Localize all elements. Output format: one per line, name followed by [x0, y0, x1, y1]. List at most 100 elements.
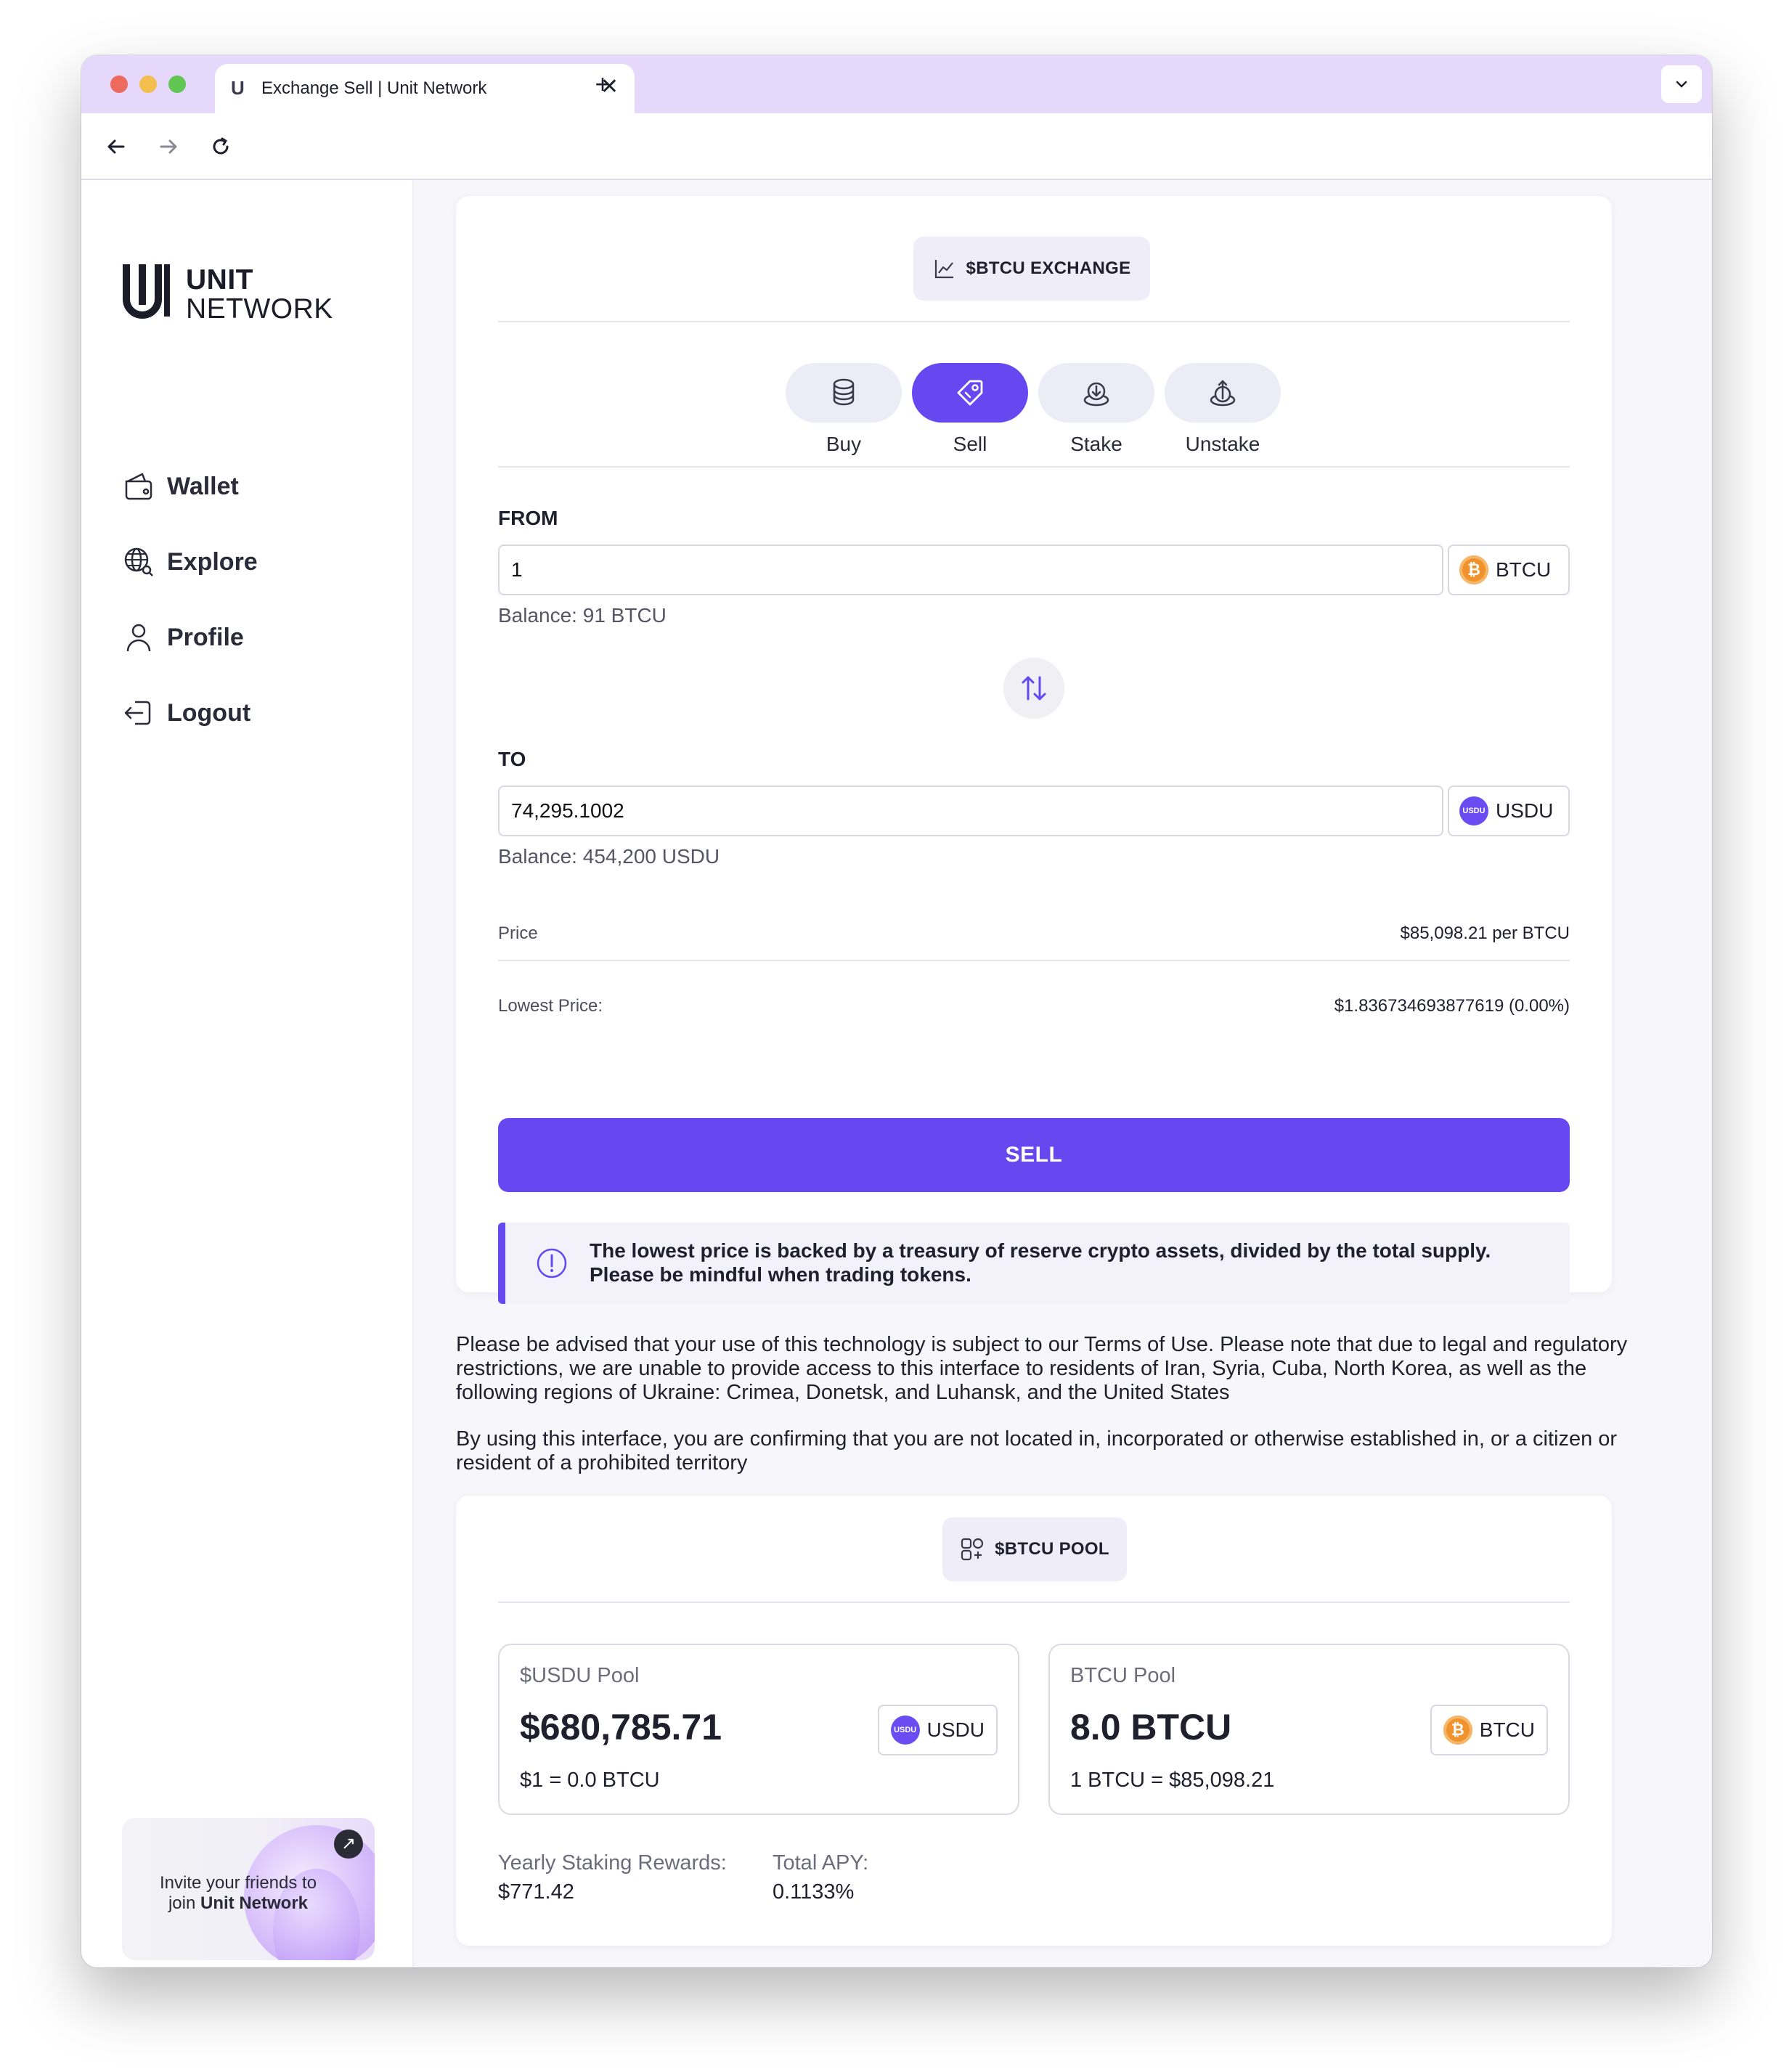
sell-button[interactable]: SELL	[498, 1118, 1570, 1192]
globe-search-icon	[124, 547, 153, 576]
logout-icon	[124, 701, 151, 725]
invite-text: Invite your friends to join Unit Network	[144, 1873, 333, 1914]
to-label: TO	[498, 748, 526, 770]
sidebar-item-wallet[interactable]: Wallet	[122, 465, 239, 508]
total-apy-label: Total APY:	[773, 1851, 869, 1875]
price-label: Price	[498, 923, 538, 943]
unit-network-logo[interactable]: UNIT NETWORK	[122, 261, 340, 324]
yearly-rewards-value: $771.42	[498, 1880, 574, 1904]
usdu-pool-amount: $680,785.71	[520, 1707, 722, 1747]
divider	[498, 1602, 1570, 1603]
maximize-window-button[interactable]	[168, 76, 186, 93]
from-token-select[interactable]: ₿ BTCU	[1448, 544, 1570, 595]
invite-brand: Unit Network	[200, 1893, 309, 1913]
legal-confirmation: By using this interface, you are confirm…	[456, 1427, 1618, 1475]
from-token-label: BTCU	[1496, 558, 1552, 581]
btcu-pool-rate: 1 BTCU = $85,098.21	[1070, 1769, 1275, 1792]
price-value: $85,098.21 per BTCU	[1400, 923, 1570, 943]
swap-direction-button[interactable]	[1003, 658, 1064, 719]
sidebar-item-profile[interactable]: Profile	[122, 616, 244, 659]
btcu-pool-box: BTCU Pool 8.0 BTCU ₿ BTCU 1 BTCU = $85,0…	[1048, 1644, 1570, 1815]
action-sell-bubble[interactable]	[912, 363, 1028, 423]
minimize-window-button[interactable]	[139, 76, 157, 93]
action-label: Buy	[826, 433, 862, 455]
action-unstake[interactable]: Unstake	[1165, 363, 1281, 456]
browser-toolbar	[81, 113, 1712, 180]
to-token-label: USDU	[1496, 799, 1554, 822]
to-amount-input[interactable]: 74,295.1002	[498, 786, 1443, 836]
action-sell[interactable]: Sell	[912, 363, 1028, 456]
usdu-coin-icon: USDU	[890, 1716, 920, 1745]
external-link-icon[interactable]: ↗	[334, 1830, 363, 1859]
pool-icon	[961, 1538, 984, 1561]
sidebar-item-label: Explore	[167, 547, 258, 576]
sidebar-item-label: Logout	[167, 698, 251, 727]
lowest-price-label: Lowest Price:	[498, 996, 603, 1016]
user-icon	[126, 624, 151, 652]
action-stake[interactable]: Stake	[1038, 363, 1154, 456]
arrow-left-icon	[107, 139, 125, 154]
favicon-icon: U	[231, 77, 245, 99]
legal-disclaimer: Please be advised that your use of this …	[456, 1333, 1628, 1404]
chart-line-icon	[934, 260, 953, 279]
usdu-coin-icon: USDU	[1459, 796, 1488, 825]
tab-menu-button[interactable]	[1661, 65, 1702, 103]
pool-header: $BTCU POOL	[942, 1517, 1127, 1581]
tab-title: Exchange Sell | Unit Network	[261, 78, 487, 98]
yearly-rewards-label: Yearly Staking Rewards:	[498, 1851, 727, 1875]
sidebar: UNIT NETWORK Wallet Explore Profile Logo…	[81, 180, 414, 1967]
action-buy[interactable]: Buy	[786, 363, 902, 456]
sidebar-item-explore[interactable]: Explore	[122, 540, 258, 584]
invite-friends-card[interactable]: ↗ Invite your friends to join Unit Netwo…	[122, 1818, 375, 1960]
swap-arrows-icon	[1022, 676, 1046, 701]
btcu-pool-token: ₿ BTCU	[1430, 1705, 1548, 1755]
browser-tab[interactable]: U Exchange Sell | Unit Network ✕	[215, 64, 635, 113]
notice-text: The lowest price is backed by a treasury…	[590, 1239, 1491, 1286]
from-amount-input[interactable]: 1	[498, 544, 1443, 595]
action-unstake-bubble[interactable]	[1165, 363, 1281, 423]
logo-mark-icon	[123, 264, 170, 319]
action-stake-bubble[interactable]	[1038, 363, 1154, 423]
sidebar-item-label: Wallet	[167, 472, 239, 500]
exchange-header: $BTCU EXCHANGE	[913, 237, 1150, 301]
btc-coin-icon: ₿	[1459, 555, 1488, 584]
btcu-token-label: BTCU	[1479, 1718, 1535, 1741]
total-apy-value: 0.1133%	[773, 1880, 855, 1904]
wallet-icon	[125, 473, 152, 500]
divider	[498, 960, 1570, 961]
pool-title: $BTCU POOL	[995, 1539, 1109, 1559]
browser-window: U Exchange Sell | Unit Network ✕ + UNIT …	[81, 55, 1712, 1967]
pool-card: $BTCU POOL $USDU Pool $680,785.71 USDU U…	[456, 1496, 1612, 1946]
to-token-select[interactable]: USDU USDU	[1448, 786, 1570, 836]
logo-line-network: NETWORK	[186, 293, 333, 325]
stake-icon	[1083, 382, 1109, 407]
tab-bar: U Exchange Sell | Unit Network ✕ +	[81, 55, 1712, 113]
to-balance: Balance: 454,200 USDU	[498, 845, 720, 868]
btcu-pool-title: BTCU Pool	[1070, 1664, 1176, 1687]
unstake-icon	[1210, 380, 1236, 407]
from-label: FROM	[498, 507, 558, 529]
reload-button[interactable]	[203, 129, 238, 164]
chevron-down-icon	[1676, 81, 1687, 88]
exchange-card: $BTCU EXCHANGE Buy Sell Stake Unstake FR…	[456, 196, 1612, 1304]
new-tab-button[interactable]: +	[581, 64, 624, 107]
usdu-pool-box: $USDU Pool $680,785.71 USDU USDU $1 = 0.…	[498, 1644, 1019, 1815]
sidebar-item-label: Profile	[167, 623, 244, 651]
back-button[interactable]	[99, 129, 134, 164]
sidebar-item-logout[interactable]: Logout	[122, 691, 250, 735]
from-balance: Balance: 91 BTCU	[498, 604, 667, 627]
tag-icon	[957, 380, 983, 406]
btc-coin-icon: ₿	[1443, 1716, 1472, 1745]
usdu-pool-title: $USDU Pool	[520, 1664, 640, 1687]
logo-text: UNIT NETWORK	[186, 266, 333, 324]
usdu-token-label: USDU	[926, 1718, 985, 1741]
info-icon	[537, 1248, 567, 1278]
btcu-pool-amount: 8.0 BTCU	[1070, 1707, 1232, 1747]
action-buy-bubble[interactable]	[786, 363, 902, 423]
usdu-pool-rate: $1 = 0.0 BTCU	[520, 1769, 660, 1792]
action-label: Stake	[1070, 433, 1122, 455]
divider	[498, 321, 1570, 322]
close-window-button[interactable]	[110, 76, 128, 93]
divider	[498, 466, 1570, 468]
forward-button[interactable]	[151, 129, 186, 164]
